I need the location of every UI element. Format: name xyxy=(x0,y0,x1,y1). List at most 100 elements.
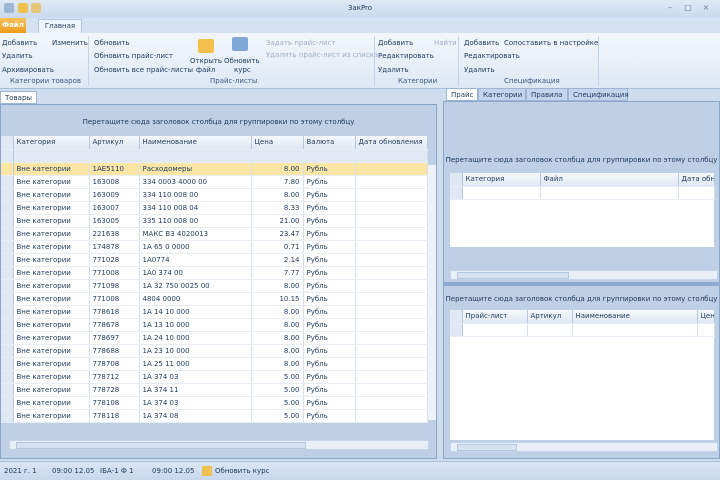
cell[interactable]: Вне категории xyxy=(13,318,90,332)
cell[interactable]: 5.00 xyxy=(251,396,304,410)
cell[interactable]: 8.00 xyxy=(251,188,304,202)
cell[interactable]: Рубль xyxy=(303,162,356,176)
cell[interactable] xyxy=(355,162,428,176)
table-row[interactable]: Вне категории 778618 1А 14 10 000 8.00 Рубль xyxy=(1,305,428,319)
cell[interactable]: 163009 xyxy=(89,188,140,202)
cell[interactable]: 8.00 xyxy=(251,279,304,293)
table-row[interactable]: Вне категории 163008 334 0003 4000 00 7.80 Р… xyxy=(1,175,428,189)
table-row[interactable]: Вне категории 778712 1А 374 03 5.00 Рубль xyxy=(1,370,428,384)
cell[interactable] xyxy=(355,279,428,293)
cell[interactable]: Расходомеры xyxy=(139,162,252,176)
table-row[interactable]: Вне категории 771028 1А0774 2.14 Рубль xyxy=(1,253,428,267)
cell[interactable]: Рубль xyxy=(303,227,356,241)
cell[interactable]: 1А 65 0 0000 xyxy=(139,240,252,254)
remove-price-button[interactable]: Удалить прайс-лист из списка xyxy=(266,51,378,59)
cell[interactable]: 5.00 xyxy=(251,383,304,397)
table-row[interactable]: Вне категории 771098 1А 32 750 0025 00 8.00… xyxy=(1,279,428,293)
table-row[interactable]: Вне категории 771008 1А0 374 00 7.77 Рубль xyxy=(1,266,428,280)
close-button[interactable]: × xyxy=(701,4,711,12)
tab-home[interactable]: Главная xyxy=(38,19,82,33)
cell[interactable] xyxy=(355,266,428,280)
table-row[interactable]: Вне категории 221638 МАКС ВЗ 4020013 23.47 Р… xyxy=(1,227,428,241)
set-price-button[interactable]: Задать прайс-лист xyxy=(266,39,336,47)
cell[interactable]: Рубль xyxy=(303,253,356,267)
refresh-button[interactable]: Обновить xyxy=(94,39,130,47)
cell[interactable]: 8.33 xyxy=(251,201,304,215)
category-archive-button[interactable]: Архивировать xyxy=(2,66,54,74)
cell[interactable] xyxy=(355,383,428,397)
cell[interactable]: 778688 xyxy=(89,344,140,358)
splitter[interactable] xyxy=(444,282,720,286)
cell[interactable]: Вне категории xyxy=(13,305,90,319)
cell[interactable]: Вне категории xyxy=(13,331,90,345)
refresh-price-button[interactable]: Обновить прайс-лист xyxy=(94,52,173,60)
cell[interactable] xyxy=(355,240,428,254)
table-row[interactable]: Вне категории 778697 1А 24 10 000 8.00 Рубль xyxy=(1,331,428,345)
tab-1[interactable]: Категории xyxy=(478,88,526,101)
cell[interactable]: 8.00 xyxy=(251,357,304,371)
cell[interactable]: 778108 xyxy=(89,396,140,410)
cell[interactable]: 778618 xyxy=(89,305,140,319)
cell[interactable]: Вне категории xyxy=(13,240,90,254)
cell[interactable]: 771028 xyxy=(89,253,140,267)
cell[interactable]: Вне категории xyxy=(13,188,90,202)
cell[interactable]: 10.15 xyxy=(251,292,304,306)
cell[interactable] xyxy=(462,323,528,337)
table-row[interactable]: Вне категории 778678 1А 13 10 000 8.00 Рубль xyxy=(1,318,428,332)
cell[interactable]: Вне категории xyxy=(13,292,90,306)
cell[interactable]: 334 0003 4000 00 xyxy=(139,175,252,189)
cell[interactable]: Рубль xyxy=(303,279,356,293)
cell[interactable] xyxy=(540,186,679,200)
cell[interactable]: Вне категории xyxy=(13,266,90,280)
status-refresh-rate[interactable]: Обновить курс xyxy=(215,467,269,475)
cell[interactable]: Рубль xyxy=(303,305,356,319)
cell[interactable] xyxy=(355,227,428,241)
cell[interactable] xyxy=(527,323,573,337)
cell[interactable]: Рубль xyxy=(303,318,356,332)
cell[interactable]: 21.00 xyxy=(251,214,304,228)
category-add-button[interactable]: Добавить xyxy=(2,39,37,47)
cell[interactable]: Вне категории xyxy=(13,370,90,384)
cell[interactable]: Рубль xyxy=(303,357,356,371)
refresh-all-button[interactable]: Обновить все прайс-листы xyxy=(94,66,193,74)
scroll-thumb[interactable] xyxy=(457,272,569,279)
cell[interactable]: Рубль xyxy=(303,396,356,410)
cell[interactable]: Вне категории xyxy=(13,383,90,397)
cell[interactable] xyxy=(355,318,428,332)
cell[interactable]: 778118 xyxy=(89,409,140,423)
horizontal-scrollbar[interactable] xyxy=(450,270,718,280)
cell[interactable]: 5.00 xyxy=(251,409,304,423)
table-row[interactable]: Вне категории 778728 1А 374 11 5.00 Рубль xyxy=(1,383,428,397)
cell[interactable]: Вне категории xyxy=(13,214,90,228)
column-header[interactable]: Цена xyxy=(251,136,304,150)
cell[interactable]: 1А 24 10 000 xyxy=(139,331,252,345)
cell[interactable]: 1А0 374 00 xyxy=(139,266,252,280)
cell[interactable]: Вне категории xyxy=(13,162,90,176)
column-header[interactable]: Наименование xyxy=(572,310,698,324)
cell[interactable] xyxy=(355,175,428,189)
cell[interactable]: 8.00 xyxy=(251,318,304,332)
cell[interactable] xyxy=(355,201,428,215)
cell[interactable]: 1А 14 10 000 xyxy=(139,305,252,319)
cell[interactable]: 778712 xyxy=(89,370,140,384)
app-menu-button[interactable]: Файл xyxy=(0,18,26,33)
cell[interactable] xyxy=(355,253,428,267)
cell[interactable]: 771098 xyxy=(89,279,140,293)
cell[interactable]: 1А 374 11 xyxy=(139,383,252,397)
column-header[interactable]: Прайс-лист xyxy=(462,310,528,324)
cell[interactable]: 334 110 008 00 xyxy=(139,188,252,202)
column-header[interactable]: Дата обн. xyxy=(678,173,715,187)
cell[interactable]: Рубль xyxy=(303,370,356,384)
cell[interactable] xyxy=(355,370,428,384)
cell[interactable] xyxy=(462,186,541,200)
cell[interactable] xyxy=(355,344,428,358)
column-header[interactable]: Артикул xyxy=(89,136,140,150)
cell[interactable] xyxy=(355,409,428,423)
cell[interactable]: Вне категории xyxy=(13,396,90,410)
scroll-thumb[interactable] xyxy=(457,444,517,451)
cell[interactable]: 1АЕ5110 xyxy=(89,162,140,176)
spec-add-button[interactable]: Добавить xyxy=(464,39,499,47)
cell[interactable]: Рубль xyxy=(303,266,356,280)
column-header[interactable]: Категория xyxy=(462,173,541,187)
cell[interactable] xyxy=(355,357,428,371)
